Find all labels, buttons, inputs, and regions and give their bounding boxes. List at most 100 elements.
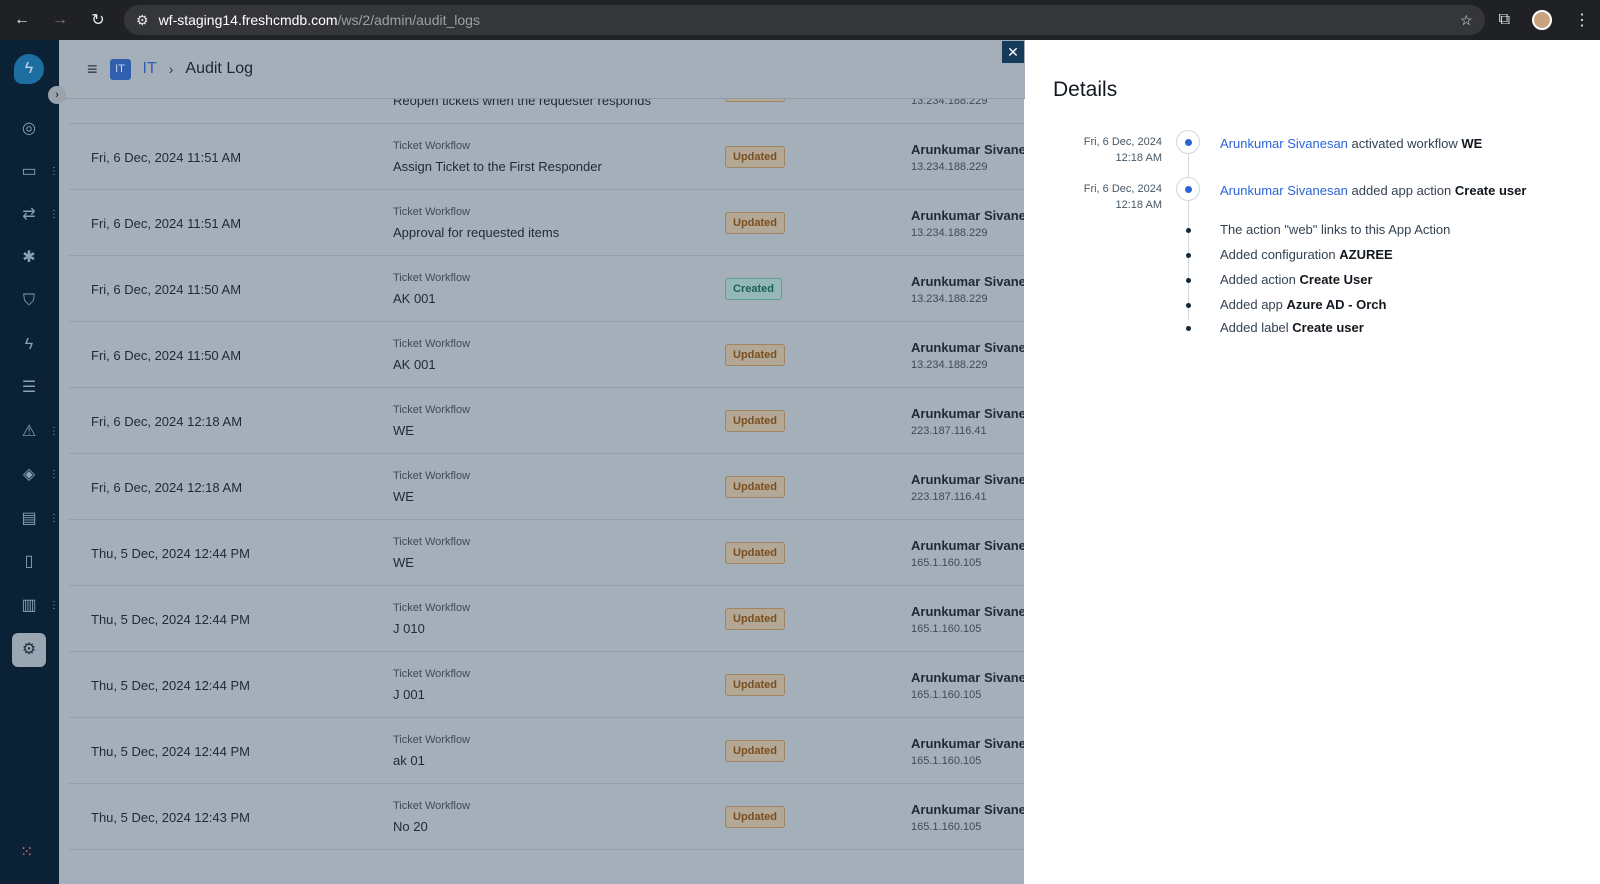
more-icon[interactable]: ⋮ — [49, 166, 59, 177]
contracts-icon[interactable]: ▤ — [12, 502, 46, 536]
status-badge: Updated — [725, 542, 785, 564]
assets-shield-icon[interactable]: ⛉ — [12, 284, 46, 318]
row-name: AK 001 — [393, 357, 436, 372]
app-switcher-icon[interactable]: ⁙ — [20, 842, 33, 862]
row-ip: 13.234.188.229 — [911, 293, 988, 305]
row-name: Approval for requested items — [393, 225, 560, 240]
table-row[interactable]: Thu, 5 Dec, 2024 12:44 PM Ticket Workflo… — [69, 718, 1025, 784]
row-name: ak 01 — [393, 753, 425, 768]
row-ip: 165.1.160.105 — [911, 689, 982, 701]
event-object: WE — [1461, 136, 1483, 151]
table-row[interactable]: Fri, 6 Dec, 2024 11:51 AM Ticket Workflo… — [69, 190, 1025, 256]
change-bullet-icon — [1186, 228, 1191, 233]
row-name: WE — [393, 489, 414, 504]
table-row[interactable]: Fri, 6 Dec, 2024 11:51 AM Ticket Workflo… — [69, 124, 1025, 190]
more-icon[interactable]: ⋮ — [49, 426, 59, 437]
solutions-book-icon[interactable]: ▯ — [12, 545, 46, 579]
reports-icon[interactable]: ▥ — [12, 589, 46, 623]
row-type: Ticket Workflow — [393, 800, 471, 812]
row-name: WE — [393, 555, 414, 570]
page-header: ≡ IT IT › Audit Log — [59, 40, 1025, 99]
address-bar[interactable]: ⚙ wf-staging14.freshcmdb.com/ws/2/admin/… — [124, 5, 1485, 35]
extensions-icon[interactable]: ⧉ — [1499, 11, 1510, 29]
table-row[interactable]: Thu, 5 Dec, 2024 12:44 PM Ticket Workflo… — [69, 586, 1025, 652]
row-type: Ticket Workflow — [393, 338, 471, 350]
dashboard-icon[interactable]: ◎ — [12, 112, 46, 146]
problems-bug-icon[interactable]: ✱ — [12, 241, 46, 275]
expand-sidebar-button[interactable]: › — [48, 86, 66, 104]
breadcrumb-workspace[interactable]: IT — [143, 60, 157, 78]
status-badge: Updated — [725, 806, 785, 828]
freshservice-logo-icon[interactable]: ϟ — [14, 54, 44, 84]
more-icon[interactable]: ⋮ — [49, 513, 59, 524]
bookmark-star-icon[interactable]: ☆ — [1460, 12, 1473, 29]
change-bullet-icon — [1186, 253, 1191, 258]
event-object: Create user — [1454, 183, 1527, 198]
tasks-checklist-icon[interactable]: ☰ — [12, 371, 46, 405]
row-ip: 13.234.188.229 — [911, 227, 988, 239]
row-ip: 165.1.160.105 — [911, 557, 982, 569]
status-badge: Updated — [725, 608, 785, 630]
event-time: 12:18 AM — [1115, 152, 1162, 164]
reload-icon[interactable]: ↻ — [86, 10, 110, 30]
change-item: Added configuration AZUREE — [1220, 247, 1393, 262]
close-details-button[interactable]: ✕ — [1002, 41, 1024, 63]
row-type: Ticket Workflow — [393, 668, 471, 680]
more-icon[interactable]: ⋮ — [49, 600, 59, 611]
table-row[interactable]: Fri, 6 Dec, 2024 12:18 AM Ticket Workflo… — [69, 388, 1025, 454]
table-row[interactable]: Thu, 5 Dec, 2024 12:44 PM Ticket Workflo… — [69, 520, 1025, 586]
change-item: Added label Create user — [1220, 320, 1364, 335]
site-settings-icon[interactable]: ⚙ — [136, 12, 149, 29]
row-date: Fri, 6 Dec, 2024 11:51 AM — [91, 216, 242, 231]
more-icon[interactable]: ⋮ — [49, 209, 59, 220]
table-row[interactable]: Thu, 5 Dec, 2024 12:44 PM Ticket Workflo… — [69, 652, 1025, 718]
change-item: Added app Azure AD - Orch — [1220, 297, 1386, 312]
row-user: Arunkumar Sivanesan — [911, 208, 1025, 223]
row-user: Arunkumar Sivanesan — [911, 538, 1025, 553]
table-row[interactable]: Fri, 6 Dec, 2024 12:18 AM Ticket Workflo… — [69, 454, 1025, 520]
row-user: Arunkumar Sivanesan — [911, 406, 1025, 421]
cmdb-layers-icon[interactable]: ◈ — [12, 458, 46, 492]
row-date: Thu, 5 Dec, 2024 12:43 PM — [91, 810, 250, 825]
back-icon[interactable]: ← — [10, 11, 34, 29]
actor-link[interactable]: Arunkumar Sivanesan — [1220, 136, 1348, 151]
status-badge: Updated — [725, 410, 785, 432]
hamburger-icon[interactable]: ≡ — [87, 59, 98, 80]
row-name: AK 001 — [393, 291, 436, 306]
row-user: Arunkumar Sivanesan — [911, 274, 1025, 289]
row-user: Arunkumar Sivanesan — [911, 802, 1025, 817]
row-date: Fri, 6 Dec, 2024 12:18 AM — [91, 480, 243, 495]
row-name: No 20 — [393, 819, 428, 834]
profile-avatar[interactable] — [1532, 10, 1552, 30]
change-bullet-icon — [1186, 303, 1191, 308]
event-date: Fri, 6 Dec, 2024 — [1083, 183, 1162, 195]
change-value: Create user — [1292, 320, 1364, 335]
menu-icon[interactable]: ⋮ — [1574, 10, 1590, 30]
row-name: WE — [393, 423, 414, 438]
table-row[interactable]: Fri, 6 Dec, 2024 11:50 AM Ticket Workflo… — [69, 322, 1025, 388]
row-type: Ticket Workflow — [393, 734, 471, 746]
status-badge: Updated — [725, 212, 785, 234]
row-date: Fri, 6 Dec, 2024 11:50 AM — [91, 282, 242, 297]
change-text: Added app — [1220, 297, 1287, 312]
row-name: J 001 — [393, 687, 425, 702]
changes-icon[interactable]: ⇄ — [12, 198, 46, 232]
forward-icon[interactable]: → — [48, 11, 72, 29]
timeline-dot-icon — [1176, 130, 1200, 154]
workspace-badge: IT — [109, 58, 131, 80]
change-value: Create User — [1299, 272, 1373, 287]
more-icon[interactable]: ⋮ — [49, 469, 59, 480]
tickets-icon[interactable]: ▭ — [12, 155, 46, 189]
row-date: Thu, 5 Dec, 2024 12:44 PM — [91, 546, 250, 561]
row-user: Arunkumar Sivanesan — [911, 736, 1025, 751]
automation-icon[interactable]: ϟ — [12, 328, 46, 362]
table-row[interactable]: Thu, 5 Dec, 2024 12:43 PM Ticket Workflo… — [69, 784, 1025, 850]
actor-link[interactable]: Arunkumar Sivanesan — [1220, 183, 1348, 198]
table-row[interactable]: Fri, 6 Dec, 2024 11:50 AM Ticket Workflo… — [69, 256, 1025, 322]
page-title: Audit Log — [185, 60, 254, 77]
admin-gear-icon[interactable]: ⚙ — [12, 633, 46, 667]
url-host: wf-staging14.freshcmdb.com — [158, 12, 338, 28]
row-type: Ticket Workflow — [393, 602, 471, 614]
timeline-dot-icon — [1176, 177, 1200, 201]
alerts-icon[interactable]: ⚠ — [12, 415, 46, 449]
